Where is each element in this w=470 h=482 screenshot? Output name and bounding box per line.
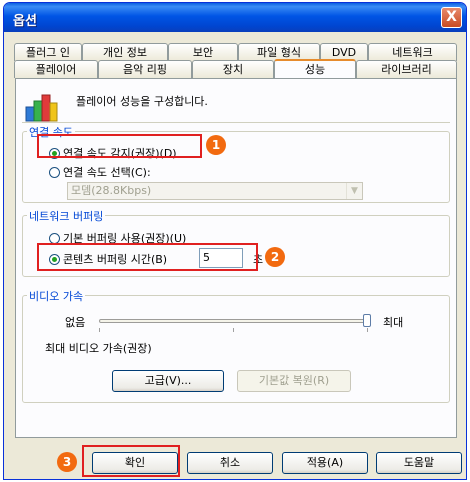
divider — [22, 122, 450, 123]
slider-tick — [233, 328, 234, 332]
callout-badge-3: 3 — [57, 452, 77, 472]
page-description: 플레이어 성능을 구성합니다. — [76, 95, 208, 108]
advanced-button[interactable]: 고급(V)... — [112, 370, 224, 392]
acceleration-slider-thumb[interactable] — [363, 314, 371, 327]
video-acceleration-title: 비디오 가속 — [27, 288, 86, 304]
slider-max-label: 최대 — [383, 316, 404, 329]
highlight-box-buffering — [37, 243, 258, 271]
callout-badge-1: 1 — [206, 135, 226, 155]
chevron-down-icon[interactable]: ▼ — [346, 183, 362, 199]
tab-library[interactable]: 라이브러리 — [356, 60, 457, 78]
acceleration-status: 최대 비디오 가속(권장) — [45, 342, 152, 355]
tab-network[interactable]: 네트워크 — [368, 43, 457, 61]
tab-devices[interactable]: 장치 — [192, 60, 274, 78]
cancel-button[interactable]: 취소 — [187, 452, 273, 474]
network-buffering-title: 네트워크 버퍼링 — [27, 208, 106, 224]
tab-security[interactable]: 보안 — [168, 43, 238, 61]
tab-privacy[interactable]: 개인 정보 — [82, 43, 168, 61]
options-dialog: 옵션 X 플러그 인 개인 정보 보안 파일 형식 DVD 네트워크 플레이어 … — [3, 2, 467, 480]
speed-dropdown[interactable]: 모뎀(28.8Kbps) ▼ — [67, 182, 363, 200]
tab-plugins[interactable]: 플러그 인 — [14, 43, 82, 61]
slider-tick — [367, 328, 368, 332]
acceleration-slider-track[interactable] — [99, 319, 369, 323]
tab-performance[interactable]: 성능 — [274, 59, 356, 78]
title-bar[interactable]: 옵션 X — [4, 3, 466, 32]
radio-unselected-icon — [49, 166, 60, 178]
close-button[interactable]: X — [441, 7, 462, 28]
video-acceleration-group: 비디오 가속 없음 최대 최대 비디오 가속(권장) 고급(V)... 기본값 … — [22, 288, 450, 403]
help-button[interactable]: 도움말 — [376, 452, 462, 474]
performance-icon — [25, 94, 58, 122]
radio-unselected-icon — [49, 232, 60, 244]
speed-dropdown-value: 모뎀(28.8Kbps) — [71, 184, 152, 197]
restore-defaults-button: 기본값 복원(R) — [237, 370, 351, 392]
tab-rip-music[interactable]: 음악 리핑 — [98, 60, 192, 78]
callout-badge-2: 2 — [265, 247, 285, 267]
select-speed-label: 연결 속도 선택(C): — [63, 166, 151, 179]
apply-button[interactable]: 적용(A) — [282, 452, 368, 474]
highlight-box-ok — [82, 445, 180, 477]
slider-min-label: 없음 — [65, 316, 86, 329]
highlight-box-detect-speed — [37, 134, 202, 158]
slider-tick — [99, 328, 100, 332]
tab-player[interactable]: 플레이어 — [14, 60, 98, 78]
window-title: 옵션 — [13, 14, 37, 29]
select-speed-radio[interactable]: 연결 속도 선택(C): — [49, 164, 151, 180]
